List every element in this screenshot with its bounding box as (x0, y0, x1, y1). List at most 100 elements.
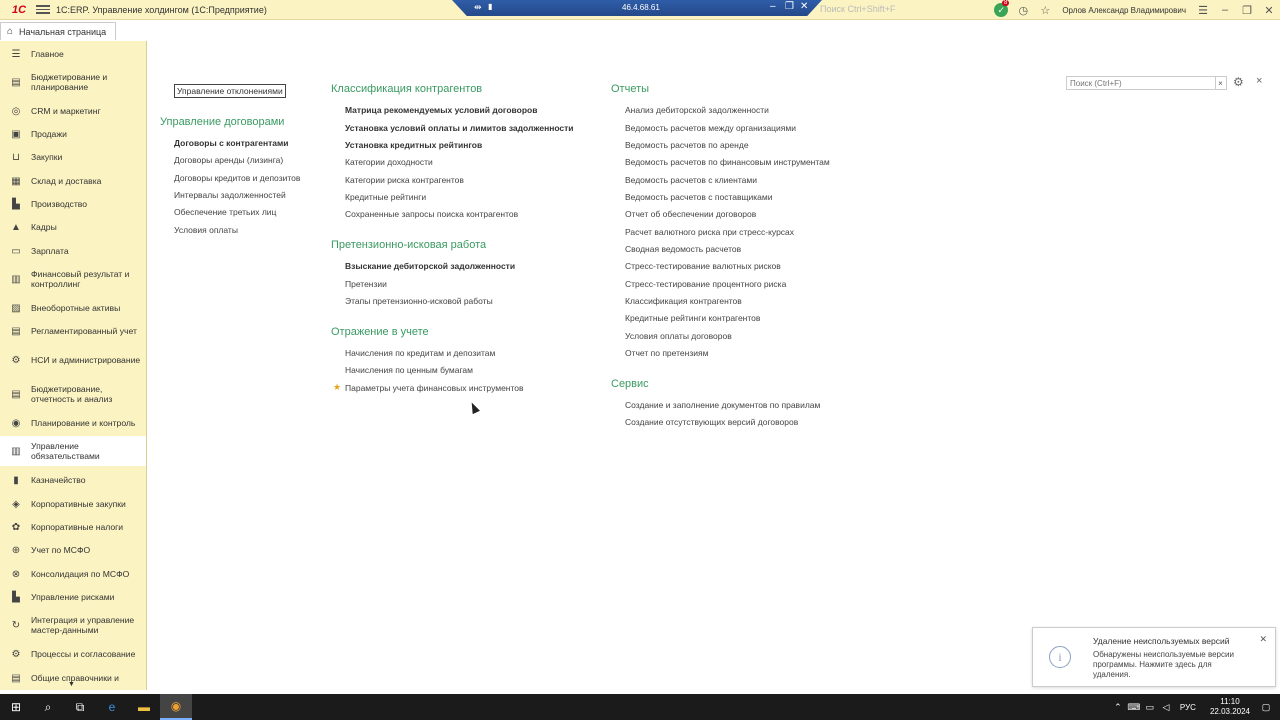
link-debt-collection[interactable]: Взыскание дебиторской задолженности (345, 261, 515, 271)
chevron-up-icon[interactable]: ⌃ (1110, 702, 1126, 713)
report-link[interactable]: Классификация контрагентов (625, 296, 742, 306)
report-link[interactable]: Расчет валютного риска при стресс-курсах (625, 227, 794, 237)
link-set-payment-limits[interactable]: Установка условий оплаты и лимитов задол… (345, 123, 574, 133)
sidebar-item-production[interactable]: ▙ Производство (0, 198, 146, 210)
sidebar-item-warehouse[interactable]: ▦ Склад и доставка (0, 175, 146, 187)
link-profitability-categories[interactable]: Категории доходности (345, 157, 433, 167)
link-credit-ratings[interactable]: Кредитные рейтинги (345, 192, 426, 202)
restore-remote-icon[interactable]: ❐ (785, 1, 794, 12)
pin-icon[interactable]: ⇹ (474, 2, 482, 13)
section-search-input[interactable] (1066, 76, 1216, 90)
volume-icon[interactable]: ◁ (1158, 702, 1174, 713)
favorites-star-icon[interactable]: ☆ (1034, 0, 1056, 20)
close-remote-icon[interactable]: ✕ (800, 1, 808, 12)
sidebar-item-salary[interactable]: ▭ Зарплата (0, 245, 146, 257)
link-saved-queries[interactable]: Сохраненные запросы поиска контрагентов (345, 209, 518, 219)
file-explorer-icon[interactable]: ▬ (128, 694, 160, 720)
sidebar-item-financial-result[interactable]: ▥ Финансовый результат и контроллинг (0, 268, 146, 290)
minimize-remote-icon[interactable]: – (770, 1, 776, 12)
sidebar-item-integration[interactable]: ↻ Интеграция и управление мастер-данными (0, 614, 146, 636)
link-create-docs-by-rules[interactable]: Создание и заполнение документов по прав… (625, 400, 820, 410)
link-claim-stages[interactable]: Этапы претензионно-исковой работы (345, 296, 493, 306)
clock[interactable]: 11:10 22.03.2024 (1210, 697, 1250, 717)
sidebar-item-consolidation[interactable]: ⊗ Консолидация по МСФО (0, 568, 146, 580)
sidebar-scroll-down-icon[interactable]: ▼ (68, 681, 75, 688)
link-set-credit-ratings[interactable]: Установка кредитных рейтингов (345, 140, 482, 150)
notifications-icon[interactable]: ✓ 8 (990, 0, 1012, 20)
sidebar-item-personnel[interactable]: ▲ Кадры (0, 221, 146, 233)
sidebar-item-corp-taxes[interactable]: ✿ Корпоративные налоги (0, 521, 146, 533)
report-link[interactable]: Отчет об обеспечении договоров (625, 209, 756, 219)
report-link[interactable]: Ведомость расчетов с поставщиками (625, 192, 772, 202)
windows-start-icon[interactable]: ⊞ (0, 694, 32, 720)
history-icon[interactable]: ◷ (1012, 0, 1034, 20)
tab-home[interactable]: ⌂ Начальная страница (0, 22, 116, 40)
input-language[interactable]: РУС (1180, 703, 1196, 712)
hamburger-menu-icon[interactable] (36, 5, 50, 14)
global-search-input[interactable]: Поиск Ctrl+Shift+F (820, 4, 895, 14)
user-name[interactable]: Орлов Александр Владимирович (1062, 6, 1186, 15)
minimize-icon[interactable]: – (1214, 0, 1236, 20)
sidebar-item-obligations[interactable]: ▥ Управление обязательствами (0, 436, 146, 466)
report-link[interactable]: Анализ дебиторской задолженности (625, 105, 769, 115)
report-link[interactable]: Ведомость расчетов между организациями (625, 123, 796, 133)
sidebar-item-budgeting[interactable]: ▤ Бюджетирование и планирование (0, 71, 146, 93)
notification-toast[interactable]: i Удаление неиспользуемых версий Обнаруж… (1032, 627, 1276, 687)
sidebar-item-treasury[interactable]: ▮ Казначейство (0, 474, 146, 486)
1c-app-icon[interactable]: ◉ (160, 694, 192, 720)
ifrs-icon: ⊕ (11, 544, 21, 556)
sidebar-item-fixed-assets[interactable]: ▨ Внеоборотные активы (0, 302, 146, 314)
link-conditions-matrix[interactable]: Матрица рекомендуемых условий договоров (345, 105, 537, 115)
link-create-missing-versions[interactable]: Создание отсутствующих версий договоров (625, 417, 798, 427)
gear-icon[interactable]: ⚙ (1233, 75, 1244, 89)
report-link[interactable]: Кредитные рейтинги контрагентов (625, 313, 760, 323)
sidebar-item-ifrs[interactable]: ⊕ Учет по МСФО (0, 544, 146, 556)
report-link[interactable]: Ведомость расчетов с клиентами (625, 175, 757, 185)
sidebar-item-processes[interactable]: ⚙ Процессы и согласование (0, 648, 146, 660)
sidebar-item-risk[interactable]: ▙ Управление рисками (0, 591, 146, 603)
link-credit-contracts[interactable]: Договоры кредитов и депозитов (174, 173, 300, 183)
close-icon[interactable]: ✕ (1258, 0, 1280, 20)
language-bar-icon[interactable]: ⌨ (1126, 702, 1142, 713)
link-third-party-security[interactable]: Обеспечение третьих лиц (174, 207, 276, 217)
link-securities-accruals[interactable]: Начисления по ценным бумагам (345, 365, 473, 375)
report-link[interactable]: Стресс-тестирование валютных рисков (625, 261, 781, 271)
1c-logo-icon[interactable]: 1С (8, 0, 30, 20)
toast-close-icon[interactable]: ✕ (1259, 634, 1267, 645)
sidebar-item-admin[interactable]: ⚙ НСИ и администрирование (0, 349, 146, 371)
sidebar-item-main[interactable]: ☰ Главное (0, 48, 146, 60)
report-link[interactable]: Стресс-тестирование процентного риска (625, 279, 786, 289)
link-risk-categories[interactable]: Категории риска контрагентов (345, 175, 464, 185)
sidebar-item-planning-control[interactable]: ◉ Планирование и контроль (0, 417, 146, 429)
link-claims[interactable]: Претензии (345, 279, 387, 289)
link-credit-accruals[interactable]: Начисления по кредитам и депозитам (345, 348, 495, 358)
link-debt-intervals[interactable]: Интервалы задолженностей (174, 190, 286, 200)
sidebar-item-sales[interactable]: ▣ Продажи (0, 128, 146, 140)
report-link[interactable]: Условия оплаты договоров (625, 331, 732, 341)
settings-menu-icon[interactable]: ☰ (1192, 0, 1214, 20)
link-lease-contracts[interactable]: Договоры аренды (лизинга) (174, 155, 283, 165)
deviation-management-link[interactable]: Управление отклонениями (174, 84, 286, 98)
report-link[interactable]: Сводная ведомость расчетов (625, 244, 741, 254)
favorite-star-icon[interactable]: ★ (333, 382, 341, 393)
link-payment-terms[interactable]: Условия оплаты (174, 225, 238, 235)
action-center-icon[interactable]: ▢ (1258, 702, 1274, 713)
search-icon[interactable]: ⌕ (32, 694, 64, 720)
sidebar-item-crm[interactable]: ◎ CRM и маркетинг (0, 105, 146, 117)
link-fin-instruments-params[interactable]: Параметры учета финансовых инструментов (345, 383, 524, 393)
sidebar-item-corp-purchases[interactable]: ◈ Корпоративные закупки (0, 498, 146, 510)
report-link[interactable]: Ведомость расчетов по финансовым инструм… (625, 157, 830, 167)
search-clear-icon[interactable]: × (1215, 76, 1227, 90)
report-link[interactable]: Отчет по претензиям (625, 348, 708, 358)
edge-browser-icon[interactable]: e (96, 694, 128, 720)
sidebar-item-budget-reporting[interactable]: ▤ Бюджетирование, отчетность и анализ (0, 383, 146, 405)
link-contracts-counterparties[interactable]: Договоры с контрагентами (174, 138, 289, 148)
sidebar-item-purchases[interactable]: ⊔ Закупки (0, 151, 146, 163)
network-icon[interactable]: ▭ (1142, 702, 1158, 713)
sidebar-item-regulated-accounting[interactable]: ▤ Регламентированный учет (0, 325, 146, 337)
close-section-icon[interactable]: × (1256, 75, 1262, 87)
task-view-icon[interactable]: ⧉ (64, 694, 96, 720)
budget-icon: ▤ (11, 76, 21, 88)
report-link[interactable]: Ведомость расчетов по аренде (625, 140, 749, 150)
maximize-icon[interactable]: ❐ (1236, 0, 1258, 20)
